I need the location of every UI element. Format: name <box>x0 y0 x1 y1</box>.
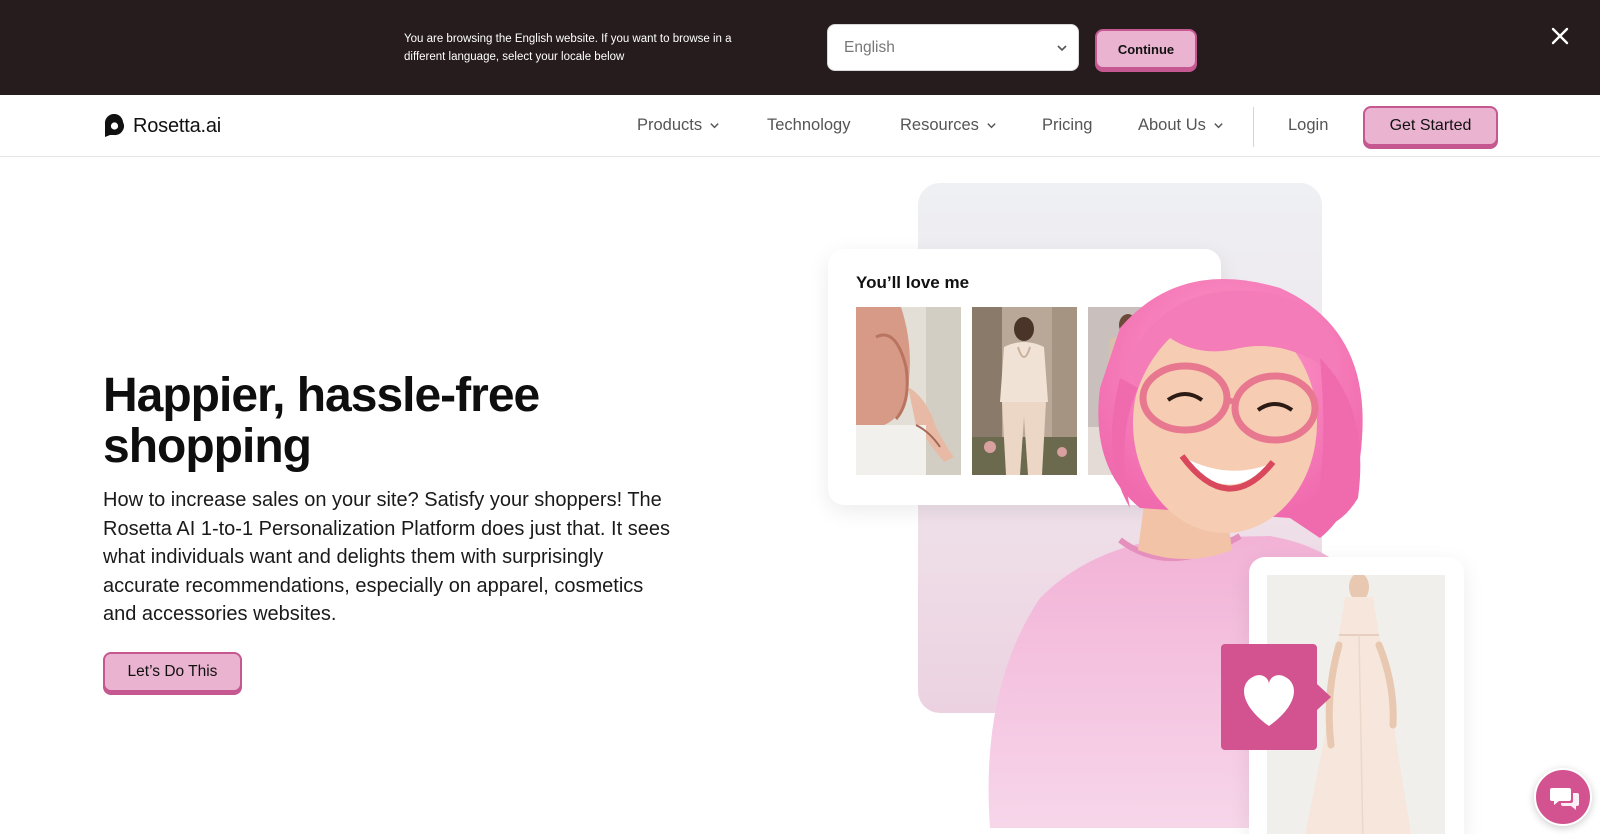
lets-do-this-button[interactable]: Let’s Do This <box>103 652 242 692</box>
rosetta-logo-icon <box>104 114 124 137</box>
nav-label: Pricing <box>1042 116 1093 134</box>
nav-label: Products <box>637 116 703 134</box>
nav-technology[interactable]: Technology <box>767 116 850 135</box>
get-started-button[interactable]: Get Started <box>1363 106 1498 146</box>
nav-products[interactable]: Products <box>637 116 720 135</box>
chevron-down-icon <box>710 123 719 129</box>
locale-message: You are browsing the English website. If… <box>404 33 732 63</box>
nav-divider <box>1253 107 1254 147</box>
chevron-down-icon <box>1057 45 1067 52</box>
nav-resources[interactable]: Resources <box>900 116 997 135</box>
locale-select[interactable]: English <box>827 24 1079 71</box>
hero-title: Happier, hassle-free shopping <box>103 369 540 473</box>
heart-icon[interactable] <box>1221 644 1331 750</box>
product-thumbnail[interactable] <box>856 307 961 475</box>
hero-description: How to increase sales on your site? Sati… <box>103 489 670 625</box>
chat-button[interactable] <box>1534 768 1592 826</box>
nav-label: Resources <box>900 116 979 134</box>
chat-icon <box>1550 788 1579 810</box>
login-link[interactable]: Login <box>1288 116 1328 135</box>
locale-banner: You are browsing the English website. If… <box>0 0 1600 95</box>
nav-label: Technology <box>767 116 851 134</box>
logo-text: Rosetta.ai <box>133 114 222 137</box>
login-label: Login <box>1288 116 1329 134</box>
recommendation-title: You’ll love me <box>856 273 970 292</box>
nav-about-us[interactable]: About Us <box>1138 116 1224 135</box>
nav-pricing[interactable]: Pricing <box>1042 116 1092 135</box>
close-icon[interactable] <box>1549 25 1571 47</box>
locale-select-value: English <box>844 39 895 56</box>
nav-label: About Us <box>1138 116 1206 134</box>
continue-button[interactable]: Continue <box>1095 29 1197 69</box>
chevron-down-icon <box>1214 123 1223 129</box>
main-navbar: Rosetta.ai Products Technology Resources… <box>0 95 1600 157</box>
site-logo[interactable]: Rosetta.ai <box>103 114 221 138</box>
chevron-down-icon <box>987 123 996 129</box>
